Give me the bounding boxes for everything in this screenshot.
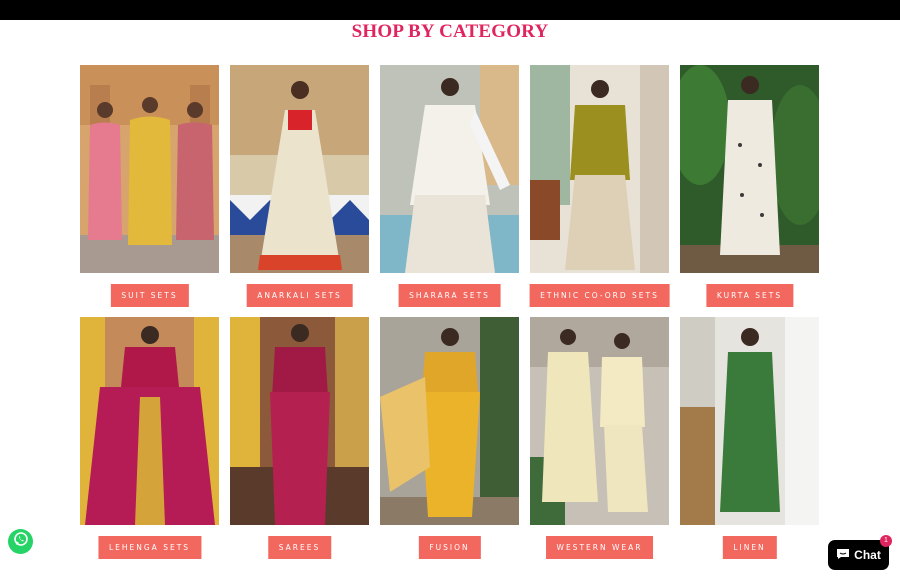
category-button-kurta-sets[interactable]: KURTA SETS [705, 284, 794, 307]
category-image[interactable] [530, 65, 669, 273]
section-title: SHOP BY CATEGORY [351, 21, 549, 42]
chat-label: Chat [854, 548, 881, 562]
whatsapp-icon [13, 531, 29, 552]
category-image[interactable] [230, 317, 369, 525]
category-button-ethnic-co-ord-sets[interactable]: ETHNIC CO-ORD SETS [529, 284, 670, 307]
category-image[interactable] [680, 317, 819, 525]
category-button-linen[interactable]: LINEN [722, 536, 777, 559]
chat-bubble-icon [836, 548, 850, 563]
category-button-western-wear[interactable]: WESTERN WEAR [545, 536, 654, 559]
category-button-sarees[interactable]: SAREES [267, 536, 332, 559]
category-image[interactable] [380, 317, 519, 525]
category-button-anarkali-sets[interactable]: ANARKALI SETS [246, 284, 353, 307]
category-button-lehenga-sets[interactable]: LEHENGA SETS [97, 536, 202, 559]
category-image[interactable] [80, 65, 219, 273]
category-image[interactable] [380, 65, 519, 273]
category-button-sharara-sets[interactable]: SHARARA SETS [398, 284, 501, 307]
category-image[interactable] [680, 65, 819, 273]
whatsapp-button[interactable] [8, 529, 33, 554]
category-image[interactable] [80, 317, 219, 525]
category-image[interactable] [530, 317, 669, 525]
category-button-suit-sets[interactable]: SUIT SETS [110, 284, 189, 307]
category-button-fusion[interactable]: FUSION [418, 536, 481, 559]
chat-button[interactable]: Chat [828, 540, 889, 570]
category-image[interactable] [230, 65, 369, 273]
announcement-bar [0, 0, 900, 20]
chat-unread-badge: 1 [880, 535, 892, 547]
